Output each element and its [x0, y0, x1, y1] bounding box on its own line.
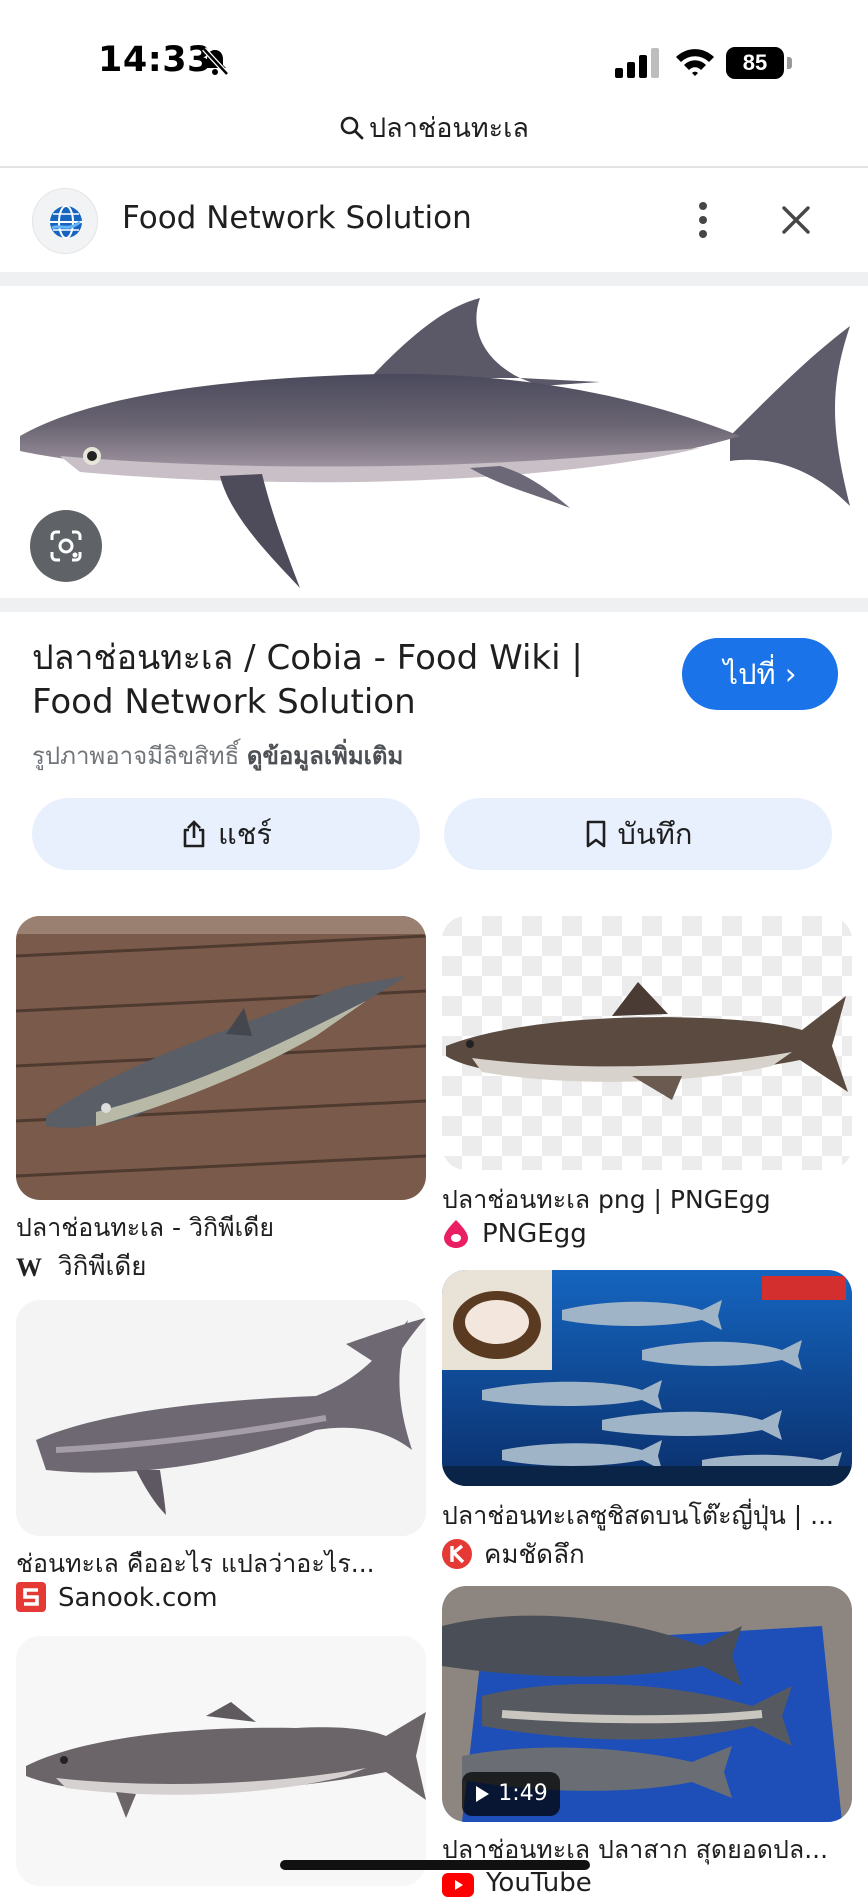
- related-source-label-1: วิกิพีเดีย: [58, 1252, 147, 1282]
- search-query-bar[interactable]: ปลาช่อนทะเล: [0, 106, 868, 156]
- related-source-label-2: PNGEgg: [482, 1219, 587, 1249]
- fish-school-underwater-image: [442, 1270, 852, 1486]
- bell-muted-icon: [202, 47, 229, 76]
- related-image-2b[interactable]: [442, 916, 852, 1170]
- related-source-label-3: Sanook.com: [58, 1583, 218, 1613]
- site-name[interactable]: Food Network Solution: [122, 200, 472, 236]
- fish-on-deck-image: [16, 916, 426, 1200]
- cobia-side-image: [16, 1636, 426, 1886]
- cobia-fish-image: [20, 298, 850, 588]
- battery-level: 85: [742, 50, 768, 75]
- related-source-label-5: YouTube: [486, 1868, 592, 1898]
- related-image-1[interactable]: [16, 916, 426, 1200]
- fish-illustration-image: [16, 1300, 426, 1536]
- related-source-label-4: คมชัดลึก: [484, 1540, 585, 1570]
- related-title-2[interactable]: ปลาช่อนทะเล png | PNGEgg: [442, 1180, 852, 1220]
- site-favicon[interactable]: [32, 188, 98, 254]
- save-label: บันทึก: [617, 817, 693, 851]
- wifi-icon: [676, 49, 714, 76]
- video-duration-badge: 1:49: [462, 1772, 560, 1816]
- wikipedia-icon: W: [16, 1255, 42, 1281]
- more-options-icon[interactable]: [680, 196, 726, 244]
- share-label: แชร์: [218, 817, 272, 851]
- related-source-5[interactable]: YouTube: [442, 1868, 592, 1898]
- related-title-3[interactable]: ช่อนทะเล คืออะไร แปลว่าอะไร...: [16, 1544, 426, 1584]
- svg-text:W: W: [16, 1255, 42, 1281]
- related-title-4[interactable]: ปลาช่อนทะเลซูชิสดบนโต๊ะญี่ปุ่น | ...: [442, 1496, 852, 1536]
- google-lens-icon: [50, 530, 82, 562]
- video-duration: 1:49: [498, 1781, 548, 1806]
- share-button[interactable]: แชร์: [32, 798, 420, 870]
- separator-band: [0, 598, 868, 612]
- play-icon: [476, 1786, 490, 1802]
- globe-icon: [50, 205, 82, 239]
- close-icon[interactable]: [772, 196, 820, 244]
- home-indicator[interactable]: [280, 1860, 590, 1870]
- sanook-icon: [16, 1582, 46, 1612]
- related-image-2[interactable]: [16, 1300, 426, 1536]
- search-query-text: ปลาช่อนทะเล: [369, 113, 529, 144]
- status-bar: 14:33 85: [0, 0, 868, 100]
- bookmark-icon: [586, 820, 605, 848]
- related-source-4[interactable]: คมชัดลึก: [442, 1534, 585, 1575]
- search-icon: [340, 116, 364, 140]
- pngegg-icon: [444, 1220, 468, 1248]
- related-image-5[interactable]: [16, 1636, 426, 1886]
- battery-icon: 85: [726, 47, 792, 79]
- related-source-2[interactable]: PNGEgg: [442, 1218, 587, 1249]
- lens-search-button[interactable]: [30, 510, 102, 582]
- hero-image[interactable]: [0, 286, 868, 598]
- cellular-signal-icon: [615, 48, 659, 78]
- source-header: Food Network Solution: [0, 168, 868, 272]
- youtube-icon: [442, 1873, 474, 1897]
- result-title[interactable]: ปลาช่อนทะเล / Cobia - Food Wiki | Food N…: [32, 636, 632, 724]
- related-source-1[interactable]: W วิกิพีเดีย: [16, 1246, 147, 1287]
- status-time: 14:33: [98, 40, 212, 80]
- related-source-3[interactable]: Sanook.com: [16, 1582, 218, 1613]
- copyright-note: รูปภาพอาจมีลิขสิทธิ์ ดูข้อมูลเพิ่มเติม: [32, 736, 403, 775]
- separator-band: [0, 272, 868, 286]
- more-info-link[interactable]: ดูข้อมูลเพิ่มเติม: [247, 742, 403, 770]
- copyright-text: รูปภาพอาจมีลิขสิทธิ์: [32, 742, 240, 770]
- save-button[interactable]: บันทึก: [444, 798, 832, 870]
- related-image-4[interactable]: [442, 1270, 852, 1486]
- related-title-1[interactable]: ปลาช่อนทะเล - วิกิพีเดีย: [16, 1208, 426, 1248]
- fish-png-checker-image: [442, 916, 852, 1170]
- visit-button[interactable]: ไปที่ ›: [682, 638, 838, 710]
- komchadluek-icon: [442, 1539, 472, 1569]
- share-icon: [183, 820, 205, 848]
